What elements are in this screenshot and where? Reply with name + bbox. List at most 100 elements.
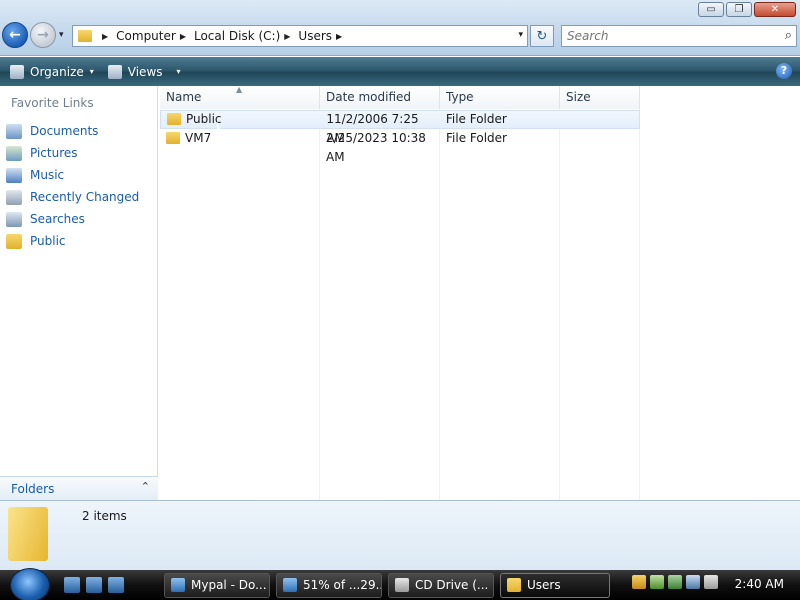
item-count: 2 items [82, 509, 127, 523]
window-controls: ▭ ❐ ✕ [698, 2, 796, 17]
favorite-link-public[interactable]: Public [6, 230, 139, 252]
file-name-cell[interactable]: VM7 [160, 129, 320, 148]
column-size-label: Size [566, 90, 591, 104]
file-list: Name ▲ Date modified Type Size Public 11/… [160, 85, 800, 500]
internet-explorer-icon[interactable] [108, 577, 124, 593]
folder-icon [507, 578, 521, 592]
column-name-label: Name [166, 90, 202, 104]
favorite-link-label: Documents [30, 124, 99, 138]
chevron-up-icon[interactable]: ⌃ [141, 480, 150, 493]
search-icon[interactable]: ⌕ [785, 28, 792, 43]
column-header-name[interactable]: Name ▲ [160, 85, 320, 109]
column-divider [319, 109, 320, 500]
file-size-cell [559, 110, 639, 129]
task-label: Mypal - Do... [191, 578, 267, 592]
table-row[interactable]: Public 11/2/2006 7:25 AM File Folder [160, 110, 640, 145]
breadcrumb-users[interactable]: Users [298, 29, 332, 43]
table-row[interactable]: VM7 2/25/2023 10:38 AM File Folder [160, 129, 640, 164]
chevron-right-icon[interactable]: ▶ [284, 32, 290, 41]
breadcrumb-computer[interactable]: Computer [116, 29, 176, 43]
column-divider [559, 109, 560, 500]
favorite-link-label: Recently Changed [30, 190, 140, 204]
column-header-date-modified[interactable]: Date modified [320, 86, 440, 109]
dropdown-arrow-icon: ▾ [176, 67, 181, 76]
start-button[interactable] [10, 568, 50, 600]
address-bar[interactable]: ▶ Computer ▶ Local Disk (C:) ▶ Users ▶ ▾ [72, 25, 528, 47]
taskbar-button-users[interactable]: Users [500, 573, 610, 598]
forward-button[interactable]: → [30, 22, 56, 48]
organize-button[interactable]: Organize ▾ [10, 64, 94, 79]
favorite-link-documents[interactable]: Documents [6, 120, 139, 142]
file-type-cell: File Folder [445, 112, 507, 126]
column-type-label: Type [446, 90, 474, 104]
favorite-link-label: Searches [30, 212, 85, 226]
file-type-cell: File Folder [446, 131, 507, 145]
clock[interactable]: 2:40 AM [735, 577, 784, 591]
volume-muted-icon[interactable] [704, 575, 718, 589]
cd-drive-icon [395, 578, 409, 592]
taskbar-button-cd-drive[interactable]: CD Drive (... [388, 573, 494, 598]
search-input[interactable] [562, 26, 762, 46]
windows-update-icon[interactable] [668, 575, 682, 589]
favorite-link-label: Pictures [30, 146, 78, 160]
file-size-cell [560, 129, 640, 148]
chevron-right-icon[interactable]: ▶ [336, 32, 342, 41]
folders-toggle[interactable]: Folders ⌃ [0, 476, 158, 500]
folder-icon [167, 113, 181, 125]
search-box[interactable]: ⌕ [561, 25, 797, 47]
details-pane: 2 items [0, 500, 800, 570]
dropdown-arrow-icon: ▾ [89, 67, 94, 76]
mouse-cursor-icon [217, 121, 223, 137]
command-bar: Organize ▾ Views ▾ ? [0, 57, 800, 86]
maximize-button[interactable]: ❐ [726, 2, 752, 17]
favorite-link-label: Music [30, 168, 65, 182]
folder-icon [6, 233, 22, 249]
column-header-size[interactable]: Size [560, 86, 640, 109]
breadcrumb-local-disk[interactable]: Local Disk (C:) [194, 29, 280, 43]
system-tray [632, 575, 718, 589]
chevron-right-icon[interactable]: ▶ [102, 32, 108, 41]
task-label: CD Drive (... [415, 578, 489, 592]
security-shield-icon[interactable] [632, 575, 646, 589]
documents-icon [6, 123, 22, 139]
taskbar-button-mypal[interactable]: Mypal - Do... [164, 573, 270, 598]
help-icon[interactable]: ? [776, 63, 792, 79]
recent-pages-dropdown[interactable]: ▾ [59, 30, 64, 40]
column-headers: Name ▲ Date modified Type Size [160, 85, 640, 109]
navigation-buttons: ← → ▾ [2, 22, 64, 48]
folder-icon [78, 30, 92, 42]
display-icon[interactable] [686, 575, 700, 589]
minimize-button[interactable]: ▭ [698, 2, 724, 17]
views-button[interactable]: Views ▾ [107, 64, 181, 79]
browser-icon [283, 578, 297, 592]
favorite-link-label: Public [30, 234, 66, 248]
refresh-button[interactable]: ↻ [530, 25, 554, 47]
show-desktop-icon[interactable] [64, 577, 80, 593]
favorite-link-music[interactable]: Music [6, 164, 139, 186]
column-header-type[interactable]: Type [440, 86, 560, 109]
file-name-cell[interactable]: Public [161, 110, 320, 129]
back-button[interactable]: ← [2, 22, 28, 48]
file-date-cell: 2/25/2023 10:38 AM [326, 131, 426, 164]
close-button[interactable]: ✕ [754, 2, 796, 17]
favorite-link-searches[interactable]: Searches [6, 208, 139, 230]
browser-icon [171, 578, 185, 592]
network-icon[interactable] [650, 575, 664, 589]
views-icon [107, 64, 122, 79]
column-divider [439, 109, 440, 500]
favorite-links-heading: Favorite Links [11, 96, 94, 110]
chevron-right-icon[interactable]: ▶ [180, 32, 186, 41]
task-label: Users [527, 578, 561, 592]
folder-icon [166, 132, 180, 144]
favorite-link-recently-changed[interactable]: Recently Changed [6, 186, 139, 208]
taskbar-button-download[interactable]: 51% of ...29... [276, 573, 382, 598]
navigation-pane: Favorite Links Documents Pictures Music … [0, 86, 158, 500]
folder-large-icon [8, 507, 48, 561]
address-dropdown-icon[interactable]: ▾ [518, 30, 523, 40]
favorite-link-pictures[interactable]: Pictures [6, 142, 139, 164]
recently-changed-icon [6, 189, 22, 205]
task-label: 51% of ...29... [303, 578, 382, 592]
switch-windows-icon[interactable] [86, 577, 102, 593]
file-name: VM7 [185, 131, 212, 145]
quick-launch [64, 577, 124, 593]
